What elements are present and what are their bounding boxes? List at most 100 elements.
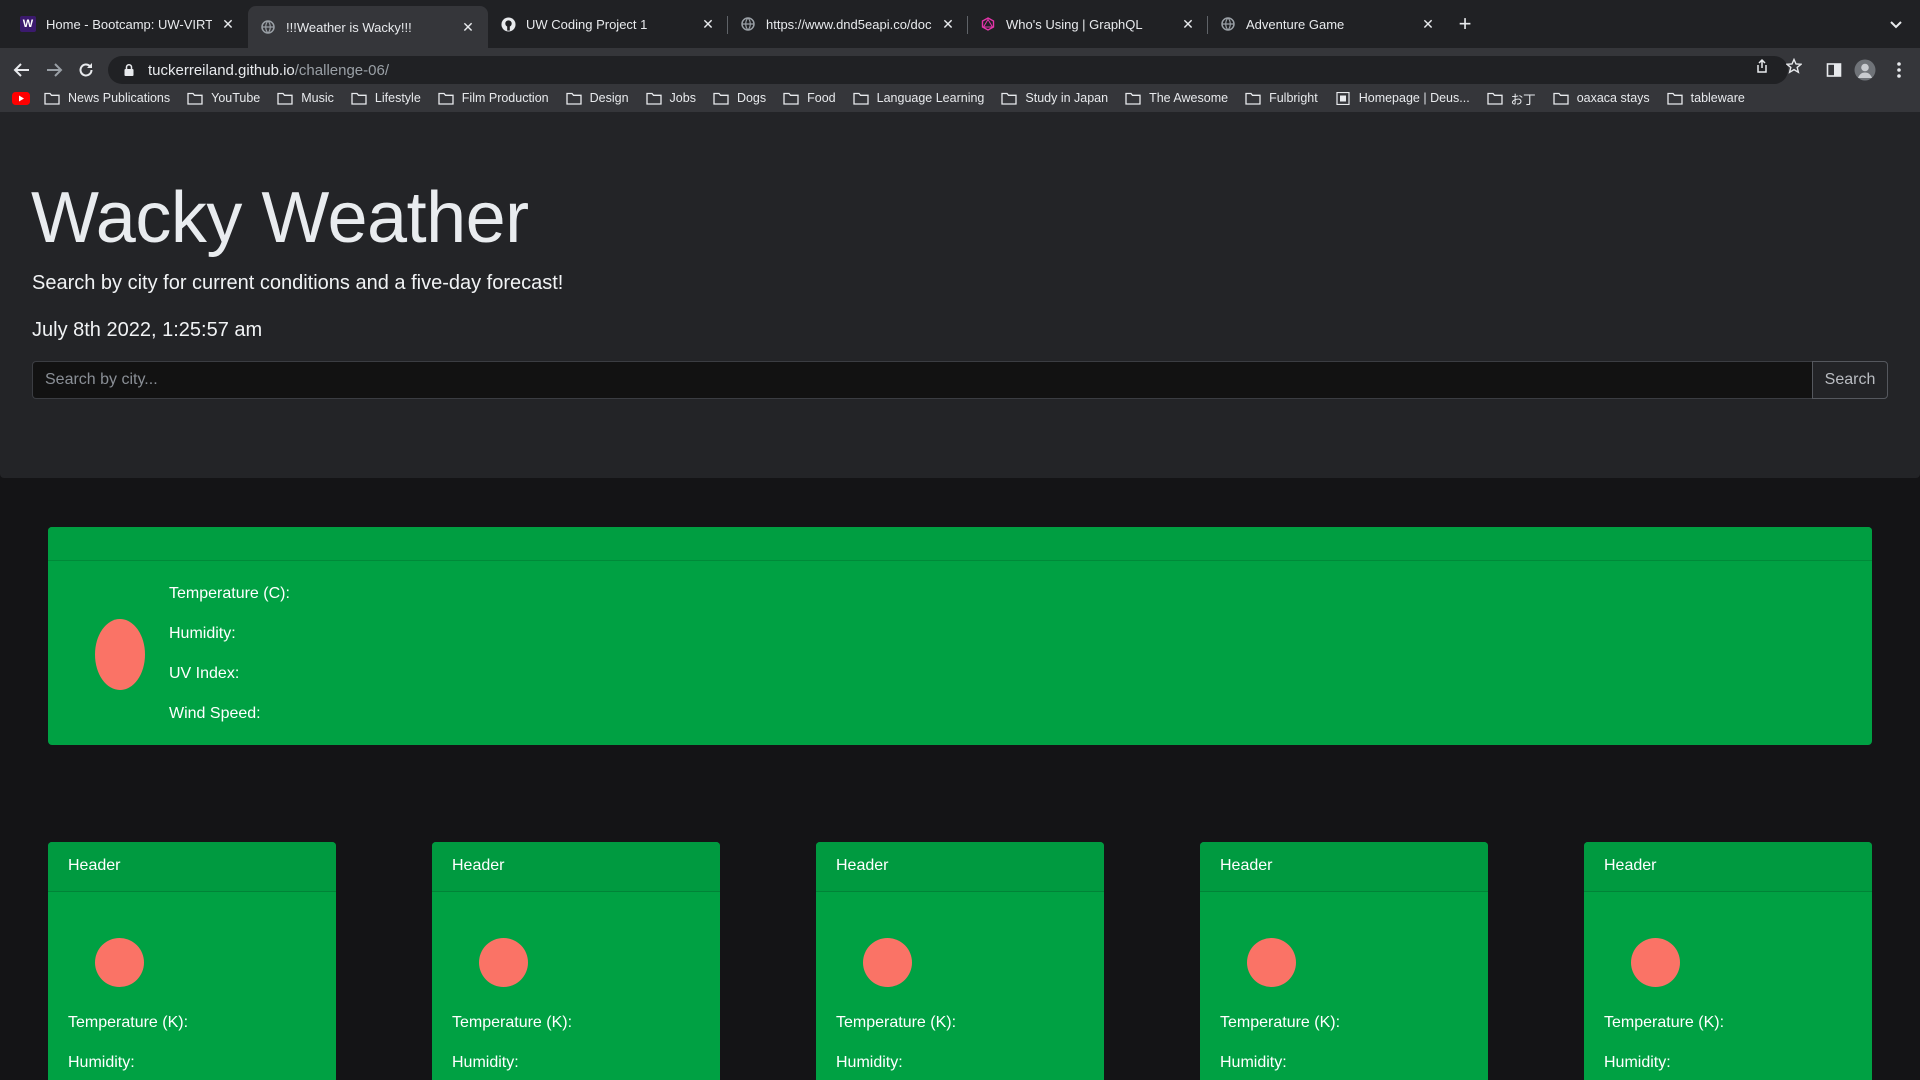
search-button[interactable]: Search [1812, 361, 1888, 399]
folder-icon [1487, 92, 1503, 105]
bookmark-label: Film Production [461, 91, 549, 105]
weather-icon [95, 619, 145, 690]
bookmark-link[interactable]: Homepage | Deus... [1335, 91, 1470, 105]
city-search-input[interactable] [32, 361, 1812, 399]
forecast-card-header: Header [1200, 842, 1488, 892]
bookmark-folder[interactable]: Design [565, 91, 629, 105]
menu-dots-icon[interactable] [1887, 58, 1911, 82]
tab-title: Home - Bootcamp: UW-VIRT-F [46, 16, 212, 32]
bookmark-label: oaxaca stays [1576, 91, 1650, 105]
tab-uw-coding[interactable]: UW Coding Project 1 ✕ [488, 6, 728, 42]
current-datetime: July 8th 2022, 1:25:57 am [32, 319, 263, 341]
bookmark-folder[interactable]: Lifestyle [351, 91, 421, 105]
w-logo-icon: W [20, 16, 36, 32]
tab-graphql[interactable]: Who's Using | GraphQL ✕ [968, 6, 1208, 42]
forecast-card: Header Temperature (K): Humidity: [432, 842, 720, 1080]
folder-icon [1667, 92, 1683, 105]
current-weather-header [48, 527, 1872, 561]
uv-index-label: UV Index: [169, 665, 240, 682]
folder-icon [277, 92, 293, 105]
address-bar[interactable]: tuckerreiland.github.io/challenge-06/ [108, 56, 1788, 84]
bookmark-label: Music [301, 91, 334, 105]
graphql-icon [980, 16, 996, 32]
bookmark-folder[interactable]: The Awesome [1125, 91, 1228, 105]
tab-dnd5eapi[interactable]: https://www.dnd5eapi.co/docs ✕ [728, 6, 968, 42]
bookmark-folder[interactable]: tableware [1667, 91, 1745, 105]
bookmark-folder[interactable]: Dogs [713, 91, 766, 105]
forecast-humidity-label: Humidity: [1220, 1054, 1287, 1071]
tab-title: !!!Weather is Wacky!!! [286, 19, 412, 35]
reload-icon[interactable] [74, 58, 98, 82]
close-tab-icon[interactable]: ✕ [1420, 16, 1436, 33]
bookmark-label: お丁 [1510, 92, 1536, 107]
bookmark-folder[interactable]: News Publications [44, 91, 170, 105]
forecast-card: Header Temperature (K): Humidity: [1200, 842, 1488, 1080]
side-panel-icon[interactable] [1822, 58, 1846, 82]
forecast-card-header: Header [816, 842, 1104, 892]
close-tab-icon[interactable]: ✕ [460, 19, 476, 36]
tab-title: Who's Using | GraphQL [1006, 16, 1143, 32]
forecast-humidity-label: Humidity: [452, 1054, 519, 1071]
search-group: Search [32, 361, 1888, 399]
share-icon[interactable] [1752, 56, 1772, 76]
tab-title: UW Coding Project 1 [526, 16, 648, 32]
current-weather-card: Temperature (C): Humidity: UV Index: Win… [48, 527, 1872, 745]
weather-icon [863, 938, 912, 987]
chevron-down-icon[interactable] [1886, 14, 1906, 34]
jumbotron: Wacky Weather Search by city for current… [0, 112, 1920, 478]
profile-avatar[interactable] [1853, 58, 1877, 82]
weather-icon [95, 938, 144, 987]
bookmark-folder[interactable]: Language Learning [852, 91, 985, 105]
tab-weather[interactable]: !!!Weather is Wacky!!! ✕ [248, 6, 488, 48]
bookmark-folder[interactable]: Music [277, 91, 334, 105]
wind-speed-label: Wind Speed: [169, 705, 261, 722]
lock-icon [124, 63, 134, 76]
back-arrow-icon[interactable] [10, 58, 34, 82]
close-tab-icon[interactable]: ✕ [220, 16, 236, 33]
forecast-humidity-label: Humidity: [836, 1054, 903, 1071]
star-icon[interactable] [1784, 56, 1804, 76]
folder-icon [645, 92, 662, 105]
folder-icon [1001, 92, 1018, 105]
folder-icon [713, 92, 729, 105]
github-icon [500, 16, 516, 32]
forecast-card-header: Header [48, 842, 336, 892]
bookmark-folder[interactable]: Fulbright [1245, 91, 1318, 105]
bookmark-folder[interactable]: Film Production [438, 91, 549, 105]
temperature-label: Temperature (C): [169, 585, 290, 602]
weather-icon [479, 938, 528, 987]
bookmark-label: The Awesome [1149, 91, 1229, 105]
site-icon [1336, 91, 1350, 105]
bookmark-folder[interactable]: Food [783, 91, 836, 105]
folder-icon [438, 92, 454, 105]
bookmark-folder[interactable]: お丁 [1487, 89, 1536, 108]
close-tab-icon[interactable]: ✕ [1180, 16, 1196, 33]
tab-bootcamp[interactable]: W Home - Bootcamp: UW-VIRT-F ✕ [8, 6, 248, 42]
folder-icon [351, 92, 367, 105]
bookmark-label: Design [589, 91, 629, 105]
bookmark-label: Jobs [669, 91, 696, 105]
forecast-card: Header Temperature (K): Humidity: [1584, 842, 1872, 1080]
bookmark-folder[interactable]: Study in Japan [1001, 91, 1108, 105]
bookmark-folder[interactable]: YouTube [187, 91, 260, 105]
globe-icon [1220, 16, 1236, 32]
folder-icon [187, 92, 203, 105]
tab-adventure-game[interactable]: Adventure Game ✕ [1208, 6, 1448, 42]
bookmark-folder[interactable]: Jobs [645, 91, 696, 105]
close-tab-icon[interactable]: ✕ [700, 16, 716, 33]
bookmark-label: Language Learning [876, 91, 985, 105]
bookmark-label: Homepage | Deus... [1358, 91, 1470, 105]
url-host: tuckerreiland.github.io [148, 61, 295, 79]
tab-strip: W Home - Bootcamp: UW-VIRT-F ✕ !!!Weathe… [0, 0, 1920, 48]
tab-title: https://www.dnd5eapi.co/docs [766, 16, 932, 32]
bookmark-label: Dogs [736, 91, 767, 105]
bookmark-youtube-logo[interactable] [12, 91, 30, 105]
current-weather-stats: Temperature (C): Humidity: UV Index: Win… [169, 584, 290, 744]
bookmark-folder[interactable]: oaxaca stays [1553, 91, 1650, 105]
bookmark-label: Food [807, 91, 836, 105]
forecast-temperature-label: Temperature (K): [1604, 1014, 1725, 1031]
forward-arrow-icon[interactable] [42, 58, 66, 82]
close-tab-icon[interactable]: ✕ [940, 16, 956, 33]
new-tab-icon[interactable]: + [1453, 12, 1477, 36]
forecast-temperature-label: Temperature (K): [68, 1014, 189, 1031]
